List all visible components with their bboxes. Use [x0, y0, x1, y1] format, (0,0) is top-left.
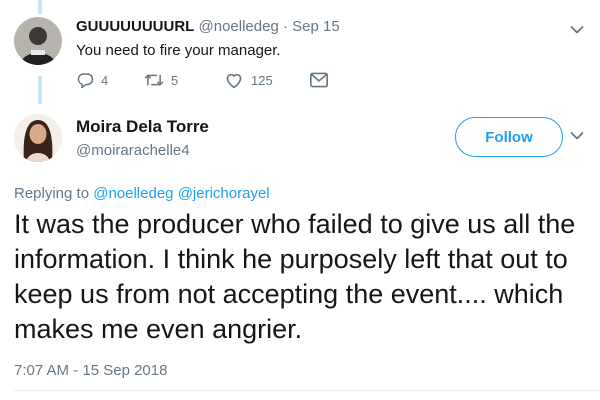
- tweet-date[interactable]: Sep 15: [292, 18, 340, 35]
- avatar[interactable]: [14, 17, 62, 65]
- retweet-button[interactable]: 5: [144, 71, 224, 89]
- thread-line-top: [38, 0, 42, 14]
- follow-button[interactable]: Follow: [455, 117, 563, 157]
- reply-icon: [77, 73, 94, 89]
- like-button[interactable]: 125: [224, 71, 310, 89]
- tweet-actions: 4 5 125: [76, 71, 335, 89]
- tweet-header: GUUUUUUUURL @noelledeg · Sep 15: [76, 18, 340, 35]
- chevron-down-icon: [570, 132, 584, 140]
- direct-message-button[interactable]: [310, 72, 335, 88]
- avatar[interactable]: [14, 114, 62, 162]
- envelope-icon: [310, 72, 328, 88]
- replying-to-line: Replying to @noelledeg @jerichorayel: [14, 185, 270, 202]
- user-handle[interactable]: @noelledeg: [199, 18, 279, 35]
- separator-dot: ·: [282, 18, 288, 35]
- tweet-menu-button[interactable]: [570, 22, 584, 40]
- reply-count: 4: [101, 72, 109, 88]
- reply-button[interactable]: 4: [76, 71, 144, 89]
- user-handle[interactable]: @moirarachelle4: [76, 142, 190, 159]
- display-name[interactable]: Moira Dela Torre: [76, 117, 209, 137]
- retweet-icon: [144, 74, 164, 86]
- tweet-timestamp[interactable]: 7:07 AM - 15 Sep 2018: [14, 362, 167, 379]
- like-count: 125: [251, 72, 273, 88]
- chevron-down-icon: [570, 26, 584, 34]
- display-name[interactable]: GUUUUUUUURL: [76, 18, 194, 35]
- tweet-text: You need to fire your manager.: [76, 42, 281, 59]
- mention-link[interactable]: @noelledeg: [93, 185, 173, 202]
- thread-line-connector: [38, 76, 42, 104]
- tweet-menu-button[interactable]: [570, 128, 584, 146]
- retweet-count: 5: [171, 72, 179, 88]
- heart-icon: [226, 73, 242, 89]
- tweet-text: It was the producer who failed to give u…: [14, 209, 576, 344]
- mention-link[interactable]: @jerichorayel: [178, 185, 270, 202]
- replying-to-label: Replying to: [14, 185, 90, 202]
- divider: [14, 390, 600, 391]
